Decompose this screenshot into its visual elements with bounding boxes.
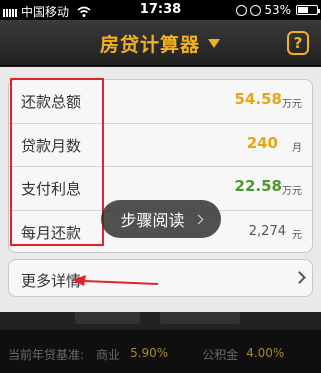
fund-label: 公积金	[202, 348, 239, 362]
bottom-input-strip	[0, 312, 321, 330]
result-unit: 万元	[282, 99, 302, 110]
result-unit: 月	[292, 142, 302, 154]
alarm-icon	[250, 4, 262, 16]
result-value: 240	[246, 133, 278, 152]
step-reading-toast[interactable]: 步骤阅读	[101, 200, 221, 238]
result-unit: 元	[292, 229, 302, 241]
orientation-lock-icon	[236, 4, 248, 16]
battery-fill	[298, 7, 308, 13]
page-title: 房贷计算器	[100, 34, 201, 56]
result-unit: 万元	[282, 186, 302, 197]
battery-percent: 53%	[264, 3, 291, 17]
result-value: 2,274	[248, 223, 286, 239]
caret-down-icon	[208, 39, 221, 48]
help-icon[interactable]: ?	[287, 31, 309, 55]
chevron-right-icon	[293, 271, 306, 284]
base-rate-row: 当前年贷基准: 商业 5.90% 公积金 4.00%	[8, 346, 318, 363]
chevron-right-icon	[193, 214, 203, 224]
annotation-arrow-icon	[72, 275, 159, 286]
toast-label: 步骤阅读	[120, 211, 185, 230]
more-details-button[interactable]: 更多详情	[8, 259, 313, 297]
annotation-box	[10, 78, 104, 246]
status-bar: 中国移动 17:38 53%	[0, 0, 321, 20]
base-rate-prefix: 当前年贷基准:	[8, 348, 85, 362]
bottom-field	[75, 312, 140, 324]
bottom-panel: 当前年贷基准: 商业 5.90% 公积金 4.00%	[0, 312, 321, 373]
commercial-rate: 5.90%	[130, 346, 169, 360]
result-value: 22.58	[234, 177, 282, 195]
fund-rate: 4.00%	[246, 346, 285, 360]
battery-icon	[296, 5, 320, 15]
result-value: 54.58	[234, 90, 282, 108]
bottom-field	[160, 312, 240, 324]
nav-bar: 房贷计算器 ?	[0, 20, 321, 66]
commercial-label: 商业	[96, 348, 121, 362]
title-dropdown[interactable]: 房贷计算器	[100, 30, 221, 57]
status-right: 53%	[236, 3, 320, 17]
